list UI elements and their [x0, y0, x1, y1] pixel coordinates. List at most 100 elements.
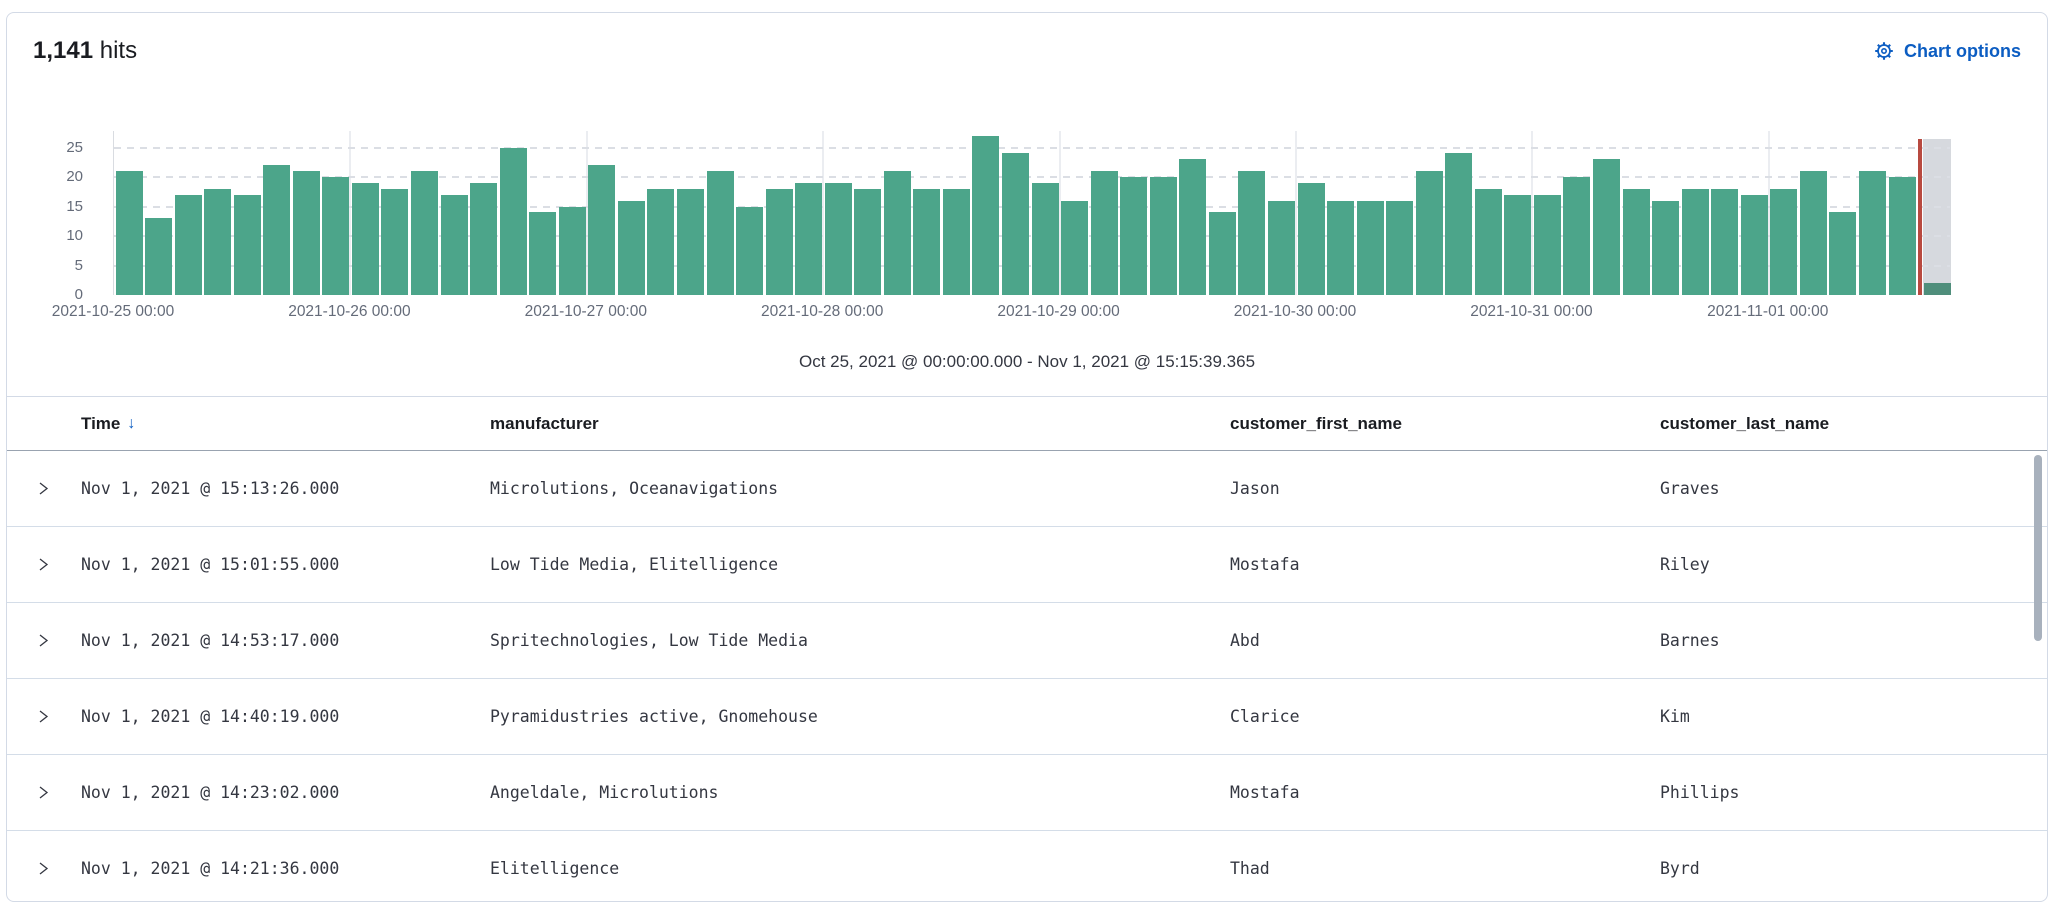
- partial-bucket-bar[interactable]: [1924, 283, 1951, 295]
- expand-row-icon[interactable]: [33, 631, 53, 651]
- histogram-bar[interactable]: [470, 183, 497, 295]
- cell-customer-last-name: Byrd: [1660, 859, 2047, 878]
- histogram-bar[interactable]: [116, 171, 143, 295]
- histogram-bar[interactable]: [175, 195, 202, 295]
- histogram-bar[interactable]: [411, 171, 438, 295]
- histogram-bar[interactable]: [1741, 195, 1768, 295]
- histogram-bar[interactable]: [618, 201, 645, 295]
- histogram-bar[interactable]: [500, 148, 527, 296]
- chart-options-label: Chart options: [1904, 41, 2021, 62]
- histogram-bar[interactable]: [707, 171, 734, 295]
- histogram-bar[interactable]: [1120, 177, 1147, 295]
- histogram-bar[interactable]: [529, 212, 556, 295]
- histogram-bar[interactable]: [234, 195, 261, 295]
- histogram-bar[interactable]: [1770, 189, 1797, 295]
- documents-table: Time ↓ manufacturer customer_first_name …: [7, 397, 2047, 902]
- expand-row-icon[interactable]: [33, 479, 53, 499]
- histogram-bar[interactable]: [913, 189, 940, 295]
- current-time-marker: [1918, 139, 1922, 295]
- histogram-bar[interactable]: [1386, 201, 1413, 295]
- cell-customer-first-name: Clarice: [1230, 707, 1660, 726]
- histogram-bar[interactable]: [204, 189, 231, 295]
- histogram-bar[interactable]: [943, 189, 970, 295]
- cell-manufacturer: Low Tide Media, Elitelligence: [490, 555, 1230, 574]
- histogram-bar[interactable]: [1150, 177, 1177, 295]
- histogram-bar[interactable]: [1238, 171, 1265, 295]
- histogram-bar[interactable]: [854, 189, 881, 295]
- histogram-bar[interactable]: [1504, 195, 1531, 295]
- histogram-chart: 0510152025 2021-10-25 00:002021-10-26 00…: [7, 101, 2047, 336]
- partial-bucket-overlay: [1923, 139, 1951, 295]
- histogram-bar[interactable]: [972, 136, 999, 295]
- column-header-customer-first-name[interactable]: customer_first_name: [1230, 414, 1660, 434]
- expand-row-icon[interactable]: [33, 555, 53, 575]
- histogram-bar[interactable]: [1563, 177, 1590, 295]
- time-range-label: Oct 25, 2021 @ 00:00:00.000 - Nov 1, 202…: [7, 352, 2047, 378]
- hits-bar: 1,141 hits Chart options: [7, 13, 2047, 101]
- histogram-bar[interactable]: [145, 218, 172, 295]
- histogram-bar[interactable]: [1682, 189, 1709, 295]
- histogram-bar[interactable]: [559, 207, 586, 296]
- column-header-time[interactable]: Time ↓: [81, 414, 490, 434]
- cell-time: Nov 1, 2021 @ 14:40:19.000: [81, 707, 490, 726]
- cell-customer-first-name: Mostafa: [1230, 555, 1660, 574]
- histogram-bar[interactable]: [588, 165, 615, 295]
- histogram-bar[interactable]: [1859, 171, 1886, 295]
- hits-summary: 1,141 hits: [33, 37, 137, 65]
- y-gridline: [114, 147, 1950, 149]
- gear-icon: [1874, 41, 1894, 61]
- cell-customer-last-name: Riley: [1660, 555, 2047, 574]
- histogram-bar[interactable]: [1298, 183, 1325, 295]
- histogram-bar[interactable]: [1623, 189, 1650, 295]
- y-axis-tick-label: 0: [7, 285, 83, 305]
- histogram-bar[interactable]: [1061, 201, 1088, 295]
- histogram-bar[interactable]: [647, 189, 674, 295]
- histogram-bar[interactable]: [1032, 183, 1059, 295]
- histogram-bar[interactable]: [1002, 153, 1029, 295]
- histogram-bar[interactable]: [1091, 171, 1118, 295]
- histogram-bar[interactable]: [352, 183, 379, 295]
- histogram-bar[interactable]: [322, 177, 349, 295]
- histogram-bar[interactable]: [1357, 201, 1384, 295]
- histogram-bar[interactable]: [1534, 195, 1561, 295]
- expand-row-icon[interactable]: [33, 707, 53, 727]
- cell-customer-last-name: Phillips: [1660, 783, 2047, 802]
- histogram-bar[interactable]: [736, 207, 763, 296]
- histogram-bar[interactable]: [825, 183, 852, 295]
- table-scrollbar-thumb[interactable]: [2034, 455, 2042, 641]
- histogram-bar[interactable]: [1327, 201, 1354, 295]
- column-header-customer-last-name[interactable]: customer_last_name: [1660, 414, 2047, 434]
- histogram-bar[interactable]: [1829, 212, 1856, 295]
- x-axis-tick-label: 2021-10-31 00:00: [1470, 303, 1592, 321]
- column-header-manufacturer[interactable]: manufacturer: [490, 414, 1230, 434]
- histogram-bar[interactable]: [1475, 189, 1502, 295]
- expand-row-icon[interactable]: [33, 783, 53, 803]
- histogram-bar[interactable]: [293, 171, 320, 295]
- histogram-bar[interactable]: [1416, 171, 1443, 295]
- x-axis-tick-label: 2021-10-25 00:00: [52, 303, 174, 321]
- histogram-plot[interactable]: [113, 131, 1950, 295]
- sort-descending-icon[interactable]: ↓: [127, 415, 135, 433]
- cell-manufacturer: Pyramidustries active, Gnomehouse: [490, 707, 1230, 726]
- histogram-bar[interactable]: [1593, 159, 1620, 295]
- x-axis-tick-label: 2021-10-26 00:00: [288, 303, 410, 321]
- histogram-bar[interactable]: [766, 189, 793, 295]
- histogram-bar[interactable]: [263, 165, 290, 295]
- expand-row-icon[interactable]: [33, 859, 53, 879]
- histogram-bar[interactable]: [1268, 201, 1295, 295]
- histogram-bar[interactable]: [1711, 189, 1738, 295]
- cell-customer-last-name: Barnes: [1660, 631, 2047, 650]
- histogram-bar[interactable]: [1652, 201, 1679, 295]
- chart-options-button[interactable]: Chart options: [1874, 41, 2021, 62]
- histogram-bar[interactable]: [1179, 159, 1206, 295]
- histogram-bar[interactable]: [1445, 153, 1472, 295]
- histogram-bar[interactable]: [381, 189, 408, 295]
- histogram-bar[interactable]: [884, 171, 911, 295]
- table-row: Nov 1, 2021 @ 15:01:55.000 Low Tide Medi…: [7, 527, 2047, 603]
- histogram-bar[interactable]: [1800, 171, 1827, 295]
- histogram-bar[interactable]: [1889, 177, 1916, 295]
- histogram-bar[interactable]: [795, 183, 822, 295]
- histogram-bar[interactable]: [677, 189, 704, 295]
- histogram-bar[interactable]: [441, 195, 468, 295]
- histogram-bar[interactable]: [1209, 212, 1236, 295]
